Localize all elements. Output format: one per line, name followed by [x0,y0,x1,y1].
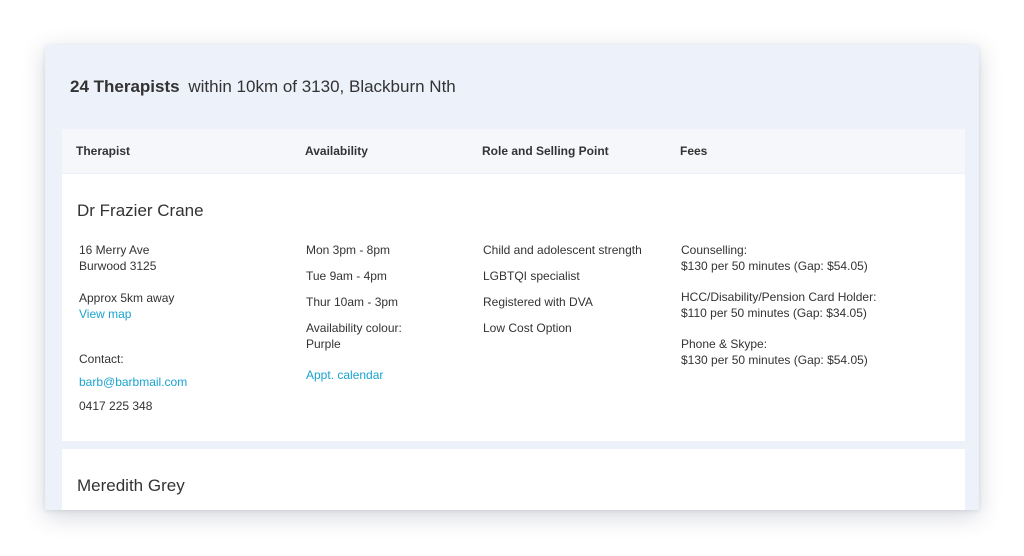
fee-amount: $110 per 50 minutes (Gap: $34.05) [681,306,867,320]
role-item: Low Cost Option [483,321,572,335]
availability-colour: Purple [306,337,341,351]
contact-label: Contact: [79,352,124,366]
fees-column: Counselling: $130 per 50 minutes (Gap: $… [681,242,876,368]
address-line-1: 16 Merry Ave [79,243,150,257]
availability-slot: Thur 10am - 3pm [306,295,399,309]
availability-slot: Mon 3pm - 8pm [306,243,391,257]
view-map-link[interactable]: View map [79,306,187,322]
therapist-card: Meredith Grey [62,449,965,510]
address-line-2: Burwood 3125 [79,259,157,273]
fee-label: Counselling: [681,243,748,257]
column-header-fees: Fees [680,144,708,158]
table-header: Therapist Availability Role and Selling … [62,129,965,173]
therapist-card: Dr Frazier Crane 16 Merry Ave Burwood 31… [62,174,965,441]
email-link[interactable]: barb@barbmail.com [79,374,187,390]
availability-slot: Tue 9am - 4pm [306,269,387,283]
role-item: LGBTQI specialist [483,269,580,283]
results-location: within 10km of 3130, Blackburn Nth [188,77,456,96]
fee-label: Phone & Skype: [681,337,768,351]
availability-column: Mon 3pm - 8pm Tue 9am - 4pm Thur 10am - … [306,242,402,383]
fee-amount: $130 per 50 minutes (Gap: $54.05) [681,353,868,367]
results-count: 24 Therapists [70,77,180,96]
column-header-availability: Availability [305,144,368,158]
results-panel: 24 Therapists within 10km of 3130, Black… [45,45,979,510]
role-item: Registered with DVA [483,295,593,309]
therapist-name: Dr Frazier Crane [77,201,204,220]
results-header: 24 Therapists within 10km of 3130, Black… [70,77,456,97]
distance: Approx 5km away [79,291,175,305]
therapist-name: Meredith Grey [77,476,185,495]
fee-amount: $130 per 50 minutes (Gap: $54.05) [681,259,868,273]
role-column: Child and adolescent strength LGBTQI spe… [483,242,642,336]
fee-label: HCC/Disability/Pension Card Holder: [681,290,877,304]
column-header-therapist: Therapist [76,144,131,158]
availability-colour-label: Availability colour: [306,321,402,335]
appt-calendar-link[interactable]: Appt. calendar [306,367,402,383]
therapist-details: 16 Merry Ave Burwood 3125 Approx 5km awa… [79,242,187,414]
column-header-role: Role and Selling Point [482,144,609,158]
phone: 0417 225 348 [79,399,153,413]
role-item: Child and adolescent strength [483,243,642,257]
